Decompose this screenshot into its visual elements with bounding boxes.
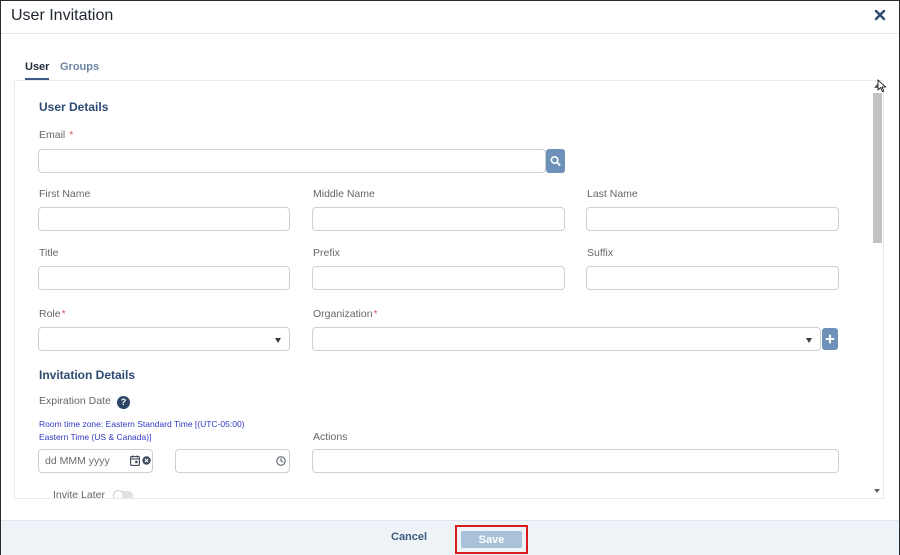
- middle-name-input[interactable]: [312, 207, 565, 231]
- last-name-input[interactable]: [586, 207, 839, 231]
- timezone-note-line2: Eastern Time (US & Canada)]: [39, 432, 152, 442]
- close-icon[interactable]: [873, 8, 887, 22]
- plus-icon: [825, 334, 835, 344]
- tab-user[interactable]: User: [25, 61, 49, 73]
- actions-input[interactable]: [312, 449, 839, 473]
- role-label: Role*: [39, 308, 66, 320]
- organization-label: Organization*: [313, 308, 378, 320]
- invite-later-label: Invite Later: [53, 489, 105, 499]
- help-icon[interactable]: ?: [117, 396, 130, 409]
- mouse-cursor-icon: [877, 79, 887, 93]
- tab-groups[interactable]: Groups: [60, 61, 99, 73]
- clear-icon[interactable]: [142, 456, 151, 465]
- suffix-label: Suffix: [587, 247, 614, 259]
- dialog-title: User Invitation: [11, 7, 114, 24]
- chevron-down-icon: [275, 338, 281, 343]
- calendar-icon[interactable]: [130, 455, 140, 466]
- email-label: Email *: [39, 129, 74, 141]
- title-input[interactable]: [38, 266, 290, 290]
- dialog-footer: Cancel Save: [1, 520, 899, 555]
- first-name-input[interactable]: [38, 207, 290, 231]
- save-button[interactable]: Save: [461, 531, 522, 548]
- scrollbar-thumb[interactable]: [873, 93, 882, 243]
- form-scrollbar[interactable]: [872, 81, 884, 497]
- suffix-input[interactable]: [586, 266, 839, 290]
- user-details-title: User Details: [39, 100, 109, 114]
- actions-label: Actions: [313, 431, 348, 443]
- email-search-button[interactable]: [546, 149, 565, 173]
- title-label: Title: [39, 247, 59, 259]
- save-button-highlight: Save: [455, 525, 528, 554]
- required-asterisk: *: [61, 308, 66, 320]
- role-select[interactable]: [38, 327, 290, 351]
- expiration-date-label: Expiration Date: [39, 395, 111, 407]
- first-name-label: First Name: [39, 188, 91, 200]
- chevron-down-icon: [806, 338, 812, 343]
- invite-later-toggle[interactable]: [113, 490, 133, 498]
- scroll-down-arrow[interactable]: [874, 489, 880, 493]
- cancel-button[interactable]: Cancel: [391, 531, 427, 543]
- user-invitation-dialog: User Invitation User Groups User Details…: [0, 0, 900, 555]
- invitation-details-title: Invitation Details: [39, 368, 136, 382]
- last-name-label: Last Name: [587, 188, 638, 200]
- prefix-label: Prefix: [313, 247, 340, 259]
- prefix-input[interactable]: [312, 266, 565, 290]
- organization-select[interactable]: [312, 327, 821, 351]
- timezone-note-line1: Room time zone: Eastern Standard Time [(…: [39, 419, 245, 429]
- form-panel: User Details Email * First Name Middle N…: [14, 80, 884, 499]
- search-icon: [550, 156, 561, 166]
- clock-icon[interactable]: [276, 456, 286, 466]
- toggle-knob: [113, 490, 124, 498]
- email-input[interactable]: [38, 149, 546, 173]
- middle-name-label: Middle Name: [313, 188, 375, 200]
- add-organization-button[interactable]: [822, 328, 838, 350]
- expiration-time-input[interactable]: [175, 449, 290, 473]
- dialog-header: User Invitation: [1, 1, 899, 34]
- required-asterisk: *: [69, 129, 74, 141]
- required-asterisk: *: [373, 308, 378, 320]
